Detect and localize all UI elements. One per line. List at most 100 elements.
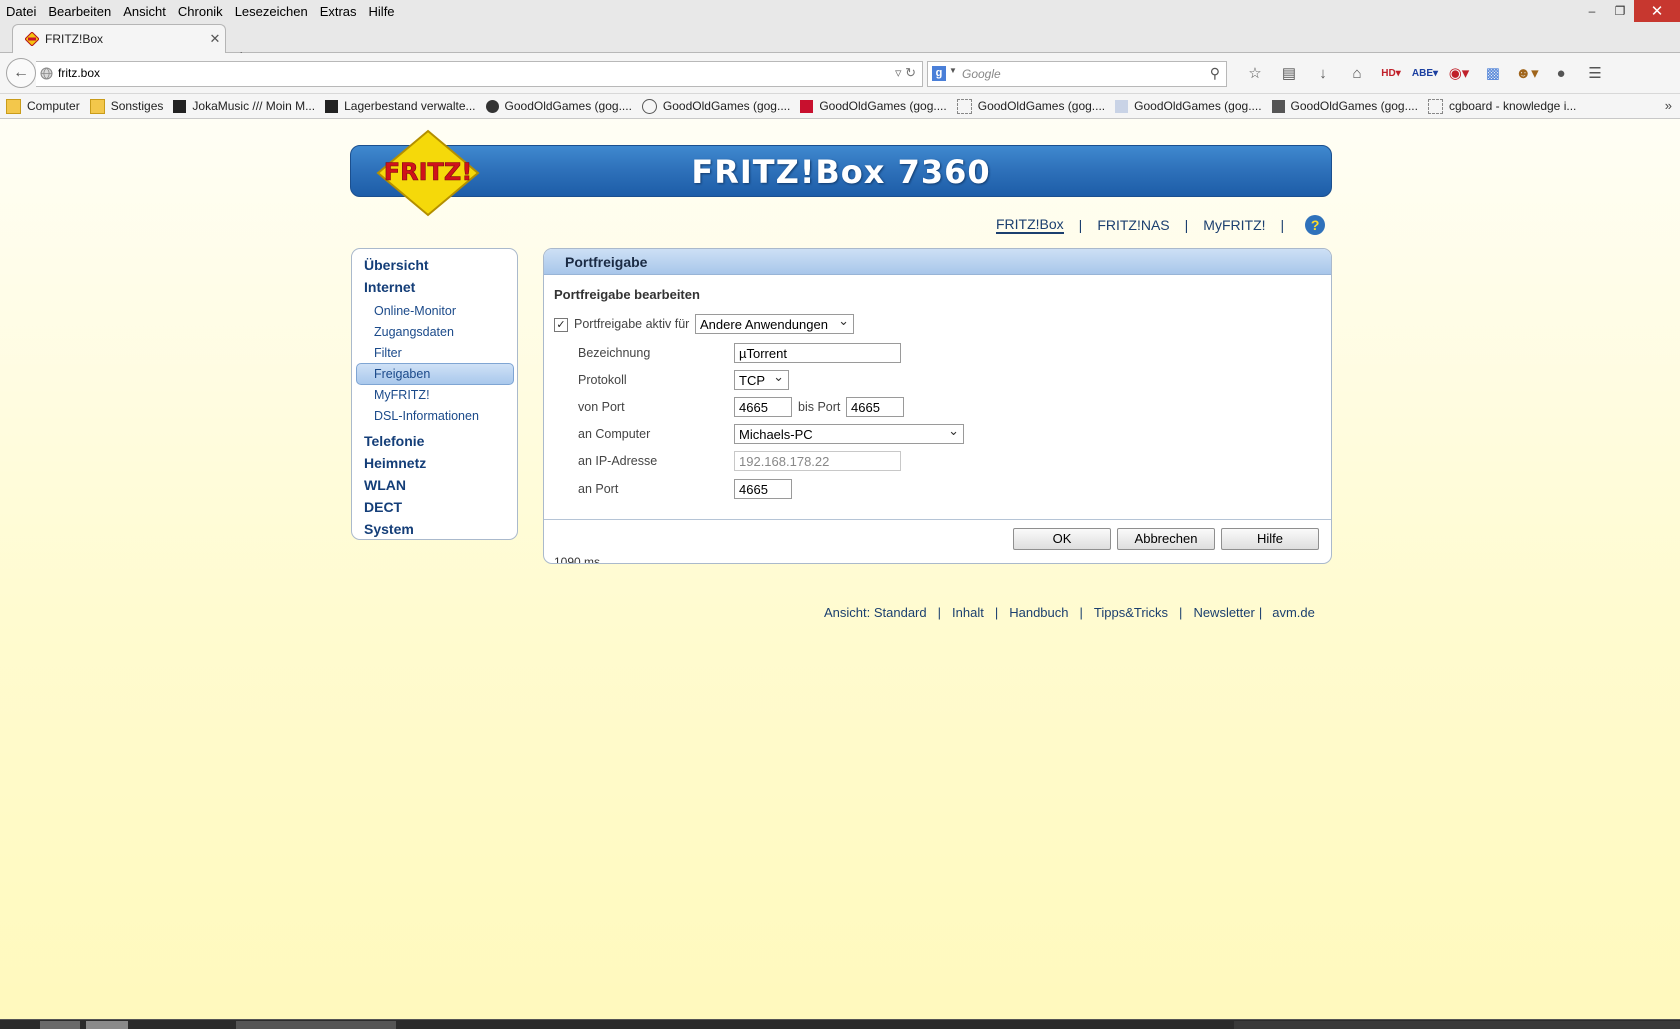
sidebar-item-zugangsdaten[interactable]: Zugangsdaten [374,325,454,339]
bookmark-item[interactable]: GoodOldGames (gog.... [800,99,947,113]
minimize-icon[interactable]: – [1578,0,1606,22]
sidebar-item-freigaben[interactable]: Freigaben [374,367,430,381]
portfreigabe-active-checkbox[interactable]: ✓ [554,318,568,332]
sidebar-item-internet[interactable]: Internet [364,279,415,295]
toplink-fritzbox[interactable]: FRITZ!Box [996,216,1064,234]
sidebar-nav: Übersicht Internet Online-Monitor Zugang… [351,248,518,540]
bookmark-item[interactable]: GoodOldGames (gog.... [641,98,790,114]
menu-extras[interactable]: Extras [314,4,363,19]
reading-list-icon[interactable]: ▤ [1272,61,1306,85]
fritz-logo[interactable]: FRITZ! [374,129,482,217]
sidebar-item-system[interactable]: System [364,521,414,537]
tab-close-icon[interactable]: ✕ [205,31,225,47]
sidebar-item-dect[interactable]: DECT [364,499,402,515]
search-icon[interactable]: ⚲ [1210,65,1220,82]
toplink-fritznas[interactable]: FRITZ!NAS [1097,217,1169,233]
footer-link-handbuch[interactable]: Handbuch [1009,605,1068,620]
bezeichnung-input[interactable]: µTorrent [734,343,901,363]
gog-icon [641,98,657,114]
an-port-input[interactable]: 4665 [734,479,792,499]
separator: | [1179,605,1183,620]
menu-ansicht[interactable]: Ansicht [117,4,172,19]
sidebar-item-myfritz[interactable]: MyFRITZ! [374,388,430,402]
an-port-label: an Port [578,482,619,496]
menu-bearbeiten[interactable]: Bearbeiten [42,4,117,19]
bookmark-label: GoodOldGames (gog.... [1290,99,1418,113]
bookmark-item[interactable]: cgboard - knowledge i... [1427,98,1576,114]
separator: | [1079,605,1083,620]
bookmark-item[interactable]: JokaMusic /// Moin M... [173,99,315,113]
application-select[interactable]: Andere Anwendungen [695,311,854,334]
footer-link-avm[interactable]: avm.de [1272,605,1315,620]
bookmark-item[interactable]: GoodOldGames (gog.... [1271,99,1418,113]
home-icon[interactable]: ⌂ [1340,61,1374,85]
bookmark-star-icon[interactable]: ☆ [1238,61,1272,85]
more-bookmarks-icon[interactable]: » [1665,98,1672,113]
separator: | [1280,217,1285,233]
google-engine-icon[interactable]: g [932,66,946,81]
navigation-bar: ← fritz.box ▿ ↻ g ▼ Google ⚲ ☆ ▤ ↓ ⌂ HD▾… [0,53,1680,94]
gog-icon [1271,99,1285,113]
chat-icon[interactable]: ● [1544,61,1578,85]
sidebar-item-uebersicht[interactable]: Übersicht [364,257,429,273]
folder-icon [6,98,21,114]
toplink-myfritz[interactable]: MyFRITZ! [1203,217,1265,233]
bookmark-item[interactable]: Lagerbestand verwalte... [325,99,476,113]
help-button[interactable]: Hilfe [1221,528,1319,550]
bookmark-label: Lagerbestand verwalte... [344,99,476,113]
footer-link-tipps[interactable]: Tipps&Tricks [1094,605,1168,620]
tab-fritzbox[interactable]: FRITZ!Box ✕ [12,24,226,53]
sidebar-item-wlan[interactable]: WLAN [364,477,406,493]
von-port-input[interactable]: 4665 [734,397,792,417]
bookmark-item[interactable]: GoodOldGames (gog.... [956,98,1105,114]
back-icon[interactable]: ← [6,58,36,88]
bookmark-item[interactable]: Sonstiges [89,98,164,114]
sidebar-item-heimnetz[interactable]: Heimnetz [364,455,426,471]
bookmark-label: Sonstiges [110,99,164,113]
menu-hilfe[interactable]: Hilfe [363,4,401,19]
close-window-icon[interactable]: ✕ [1634,0,1680,22]
window-controls: – ❐ ✕ [1578,0,1680,22]
abp-addon-icon[interactable]: ABE▾ [1408,61,1442,85]
search-bar[interactable]: g ▼ Google ⚲ [927,61,1227,87]
bookmark-item[interactable]: GoodOldGames (gog.... [1115,99,1262,113]
menu-chronik[interactable]: Chronik [172,4,229,19]
hd-addon-icon[interactable]: HD▾ [1374,61,1408,85]
ok-button[interactable]: OK [1013,528,1111,550]
separator: | [937,605,942,620]
ublock-addon-icon[interactable]: ◉▾ [1442,61,1476,85]
sidebar-item-filter[interactable]: Filter [374,346,402,360]
sidebar-item-online-monitor[interactable]: Online-Monitor [374,304,456,318]
bookmark-item[interactable]: Computer [6,98,80,114]
computer-label: an Computer [578,427,651,441]
separator: | [1258,605,1263,620]
bookmark-label: GoodOldGames (gog.... [819,99,947,113]
bookmark-label: GoodOldGames (gog.... [504,99,632,113]
download-icon[interactable]: ↓ [1306,61,1340,85]
restore-icon[interactable]: ❐ [1606,0,1634,22]
computer-select[interactable]: Michaels-PC [734,421,964,444]
greasemonkey-icon[interactable]: ☻▾ [1510,61,1544,85]
rss-icon[interactable]: ▩ [1476,61,1510,85]
timing-text: 1090 ms [554,555,601,564]
protokoll-select[interactable]: TCP [734,367,789,390]
chevron-down-icon[interactable]: ▼ [949,66,957,75]
reload-icon[interactable]: ▿ ↻ [895,65,916,81]
footer-link-newsletter[interactable]: Newsletter [1193,605,1254,620]
sidebar-item-dsl-informationen[interactable]: DSL-Informationen [374,409,479,423]
menu-datei[interactable]: Datei [0,4,42,19]
separator: | [1184,217,1189,233]
hamburger-menu-icon[interactable]: ☰ [1578,61,1612,85]
help-icon[interactable]: ? [1305,215,1326,235]
bis-port-input[interactable]: 4665 [846,397,904,417]
bookmark-item[interactable]: GoodOldGames (gog.... [485,99,632,113]
menu-lesezeichen[interactable]: Lesezeichen [229,4,314,19]
bookmarks-bar: Computer Sonstiges JokaMusic /// Moin M.… [0,94,1680,119]
footer-link-ansicht[interactable]: Ansicht: Standard [824,605,927,620]
folder-icon [89,98,105,114]
bookmark-label: Computer [27,99,80,113]
sidebar-item-telefonie[interactable]: Telefonie [364,433,424,449]
footer-link-inhalt[interactable]: Inhalt [952,605,984,620]
cancel-button[interactable]: Abbrechen [1117,528,1215,550]
url-bar[interactable]: fritz.box ▿ ↻ [36,61,923,87]
